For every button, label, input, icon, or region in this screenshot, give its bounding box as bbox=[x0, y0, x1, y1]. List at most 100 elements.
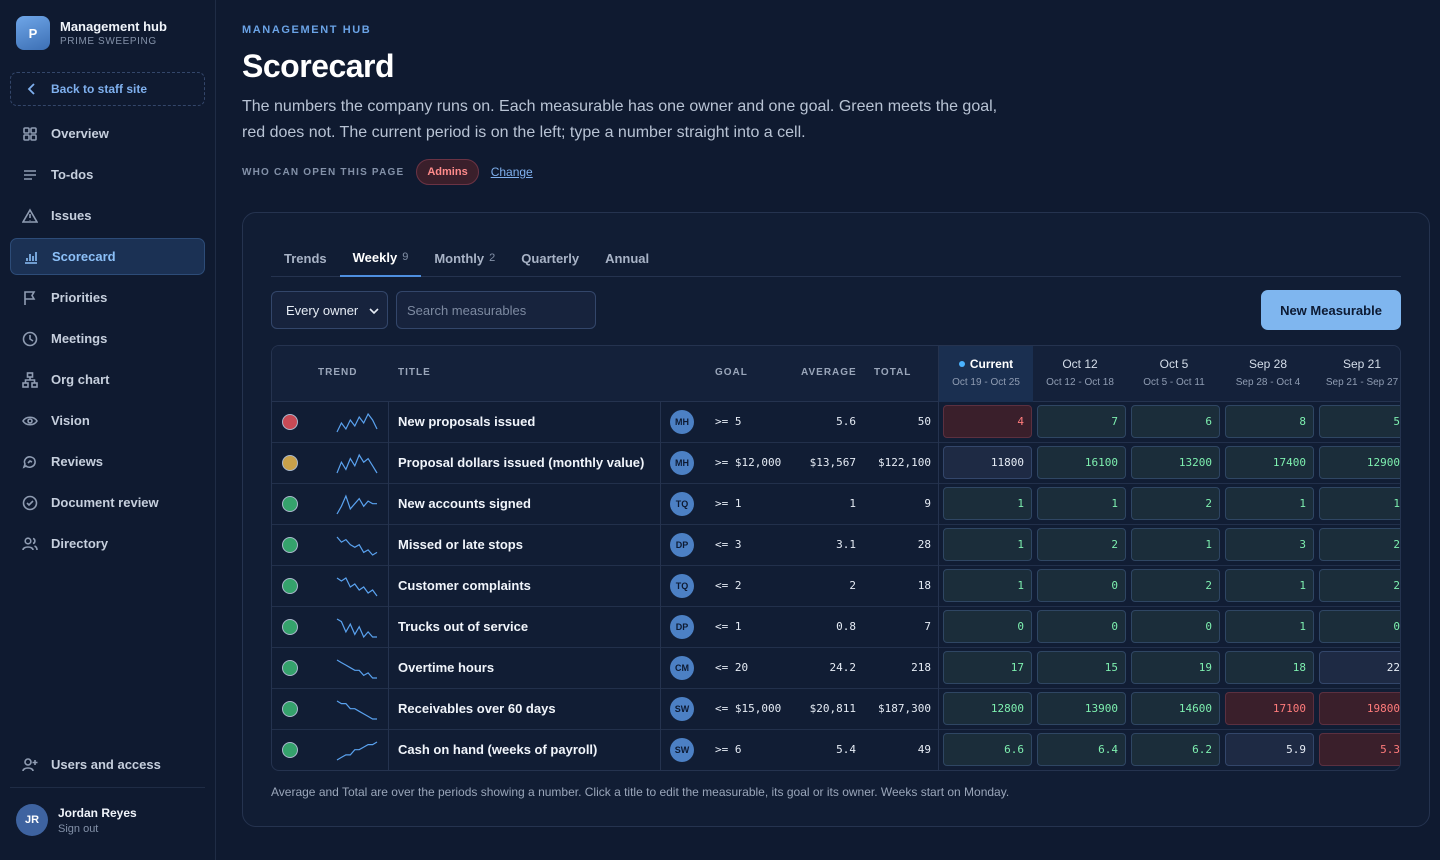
search-input[interactable] bbox=[396, 291, 596, 329]
sidebar-item-users-and-access[interactable]: Users and access bbox=[10, 746, 205, 783]
score-cell[interactable]: 13900 bbox=[1037, 692, 1126, 725]
score-cell[interactable]: 2 bbox=[1131, 569, 1220, 602]
total-value: 218 bbox=[911, 661, 931, 674]
score-cell[interactable]: 6 bbox=[1131, 405, 1220, 438]
score-cell[interactable]: 1 bbox=[1131, 528, 1220, 561]
score-cell[interactable]: 6.2 bbox=[1131, 733, 1220, 766]
score-cell[interactable]: 0 bbox=[1037, 569, 1126, 602]
change-access-link[interactable]: Change bbox=[491, 165, 533, 179]
sidebar-item-scorecard[interactable]: Scorecard bbox=[10, 238, 205, 275]
score-cell[interactable]: 17100 bbox=[1225, 692, 1314, 725]
score-cell[interactable]: 2 bbox=[1131, 487, 1220, 520]
sidebar-item-document-review[interactable]: Document review bbox=[10, 484, 205, 521]
status-indicator[interactable] bbox=[282, 701, 298, 717]
status-indicator[interactable] bbox=[282, 742, 298, 758]
sidebar-item-label: Reviews bbox=[51, 454, 104, 469]
trend-sparkline bbox=[336, 618, 377, 639]
average-value: 3.1 bbox=[836, 538, 856, 551]
score-cell[interactable]: 14600 bbox=[1131, 692, 1220, 725]
score-cell[interactable]: 1 bbox=[1225, 569, 1314, 602]
score-cell[interactable]: 1 bbox=[943, 528, 1032, 561]
status-indicator[interactable] bbox=[282, 619, 298, 635]
tab-annual[interactable]: Annual bbox=[592, 239, 662, 277]
score-cell[interactable]: 2 bbox=[1319, 528, 1400, 561]
new-measurable-button[interactable]: New Measurable bbox=[1261, 290, 1401, 330]
score-cell[interactable]: 0 bbox=[943, 610, 1032, 643]
tab-monthly[interactable]: Monthly 2 bbox=[421, 239, 508, 277]
score-cell[interactable]: 18 bbox=[1225, 651, 1314, 684]
measurable-title[interactable]: Receivables over 60 days bbox=[398, 701, 556, 716]
score-cell[interactable]: 1 bbox=[943, 487, 1032, 520]
tab-label: Quarterly bbox=[521, 250, 580, 266]
measurable-title[interactable]: Trucks out of service bbox=[398, 619, 528, 634]
score-cell[interactable]: 13200 bbox=[1131, 446, 1220, 479]
sidebar-item-priorities[interactable]: Priorities bbox=[10, 279, 205, 316]
measurable-title[interactable]: Cash on hand (weeks of payroll) bbox=[398, 742, 597, 757]
score-cell[interactable]: 6.4 bbox=[1037, 733, 1126, 766]
measurable-title[interactable]: Customer complaints bbox=[398, 578, 531, 593]
score-cell[interactable]: 4 bbox=[943, 405, 1032, 438]
score-cell[interactable]: 1 bbox=[943, 569, 1032, 602]
score-cell[interactable]: 0 bbox=[1131, 610, 1220, 643]
status-indicator[interactable] bbox=[282, 537, 298, 553]
owner-select[interactable]: Every owner bbox=[271, 291, 388, 329]
tab-trends[interactable]: Trends bbox=[271, 239, 340, 277]
score-cell[interactable]: 15 bbox=[1037, 651, 1126, 684]
sidebar-item-org-chart[interactable]: Org chart bbox=[10, 361, 205, 398]
status-indicator[interactable] bbox=[282, 578, 298, 594]
score-cell[interactable]: 19800 bbox=[1319, 692, 1400, 725]
score-cell[interactable]: 2 bbox=[1037, 528, 1126, 561]
score-cell[interactable]: 8 bbox=[1225, 405, 1314, 438]
status-indicator[interactable] bbox=[282, 455, 298, 471]
score-cell[interactable]: 5 bbox=[1319, 405, 1400, 438]
owner-avatar: MH bbox=[670, 451, 694, 475]
brand-subtitle: PRIME SWEEPING bbox=[60, 36, 157, 47]
score-cell[interactable]: 12800 bbox=[943, 692, 1032, 725]
measurable-title[interactable]: Overtime hours bbox=[398, 660, 494, 675]
score-cell[interactable]: 0 bbox=[1037, 610, 1126, 643]
status-indicator[interactable] bbox=[282, 660, 298, 676]
sidebar-item-meetings[interactable]: Meetings bbox=[10, 320, 205, 357]
period-header: Oct 5 Oct 5 - Oct 11 bbox=[1127, 357, 1221, 388]
status-indicator[interactable] bbox=[282, 414, 298, 430]
score-cell[interactable]: 0 bbox=[1319, 610, 1400, 643]
score-cell[interactable]: 1 bbox=[1225, 487, 1314, 520]
list-icon bbox=[24, 169, 36, 180]
sidebar-item-overview[interactable]: Overview bbox=[10, 115, 205, 152]
measurable-title[interactable]: Missed or late stops bbox=[398, 537, 523, 552]
score-cell[interactable]: 12900 bbox=[1319, 446, 1400, 479]
score-cell[interactable]: 17 bbox=[943, 651, 1032, 684]
sidebar-item-label: Priorities bbox=[51, 290, 108, 305]
tab-weekly[interactable]: Weekly 9 bbox=[339, 239, 422, 277]
sidebar-item-reviews[interactable]: Reviews bbox=[10, 443, 205, 480]
score-cell[interactable]: 6.6 bbox=[943, 733, 1032, 766]
sidebar-item-to-dos[interactable]: To-dos bbox=[10, 156, 205, 193]
score-cell[interactable]: 11800 bbox=[943, 446, 1032, 479]
tab-quarterly[interactable]: Quarterly bbox=[508, 239, 592, 277]
back-to-staff-site-button[interactable]: Back to staff site bbox=[10, 72, 205, 106]
user-profile[interactable]: JR Jordan Reyes Sign out bbox=[16, 804, 137, 836]
score-cell[interactable]: 3 bbox=[1225, 528, 1314, 561]
check-circle-icon bbox=[22, 495, 38, 510]
measurable-title[interactable]: New proposals issued bbox=[398, 414, 535, 429]
score-cell[interactable]: 16100 bbox=[1037, 446, 1126, 479]
period-label: Oct 5 bbox=[1159, 357, 1189, 371]
score-cell[interactable]: 1 bbox=[1225, 610, 1314, 643]
score-cell[interactable]: 19 bbox=[1131, 651, 1220, 684]
sidebar-item-vision[interactable]: Vision bbox=[10, 402, 205, 439]
measurable-title[interactable]: New accounts signed bbox=[398, 496, 531, 511]
score-cell[interactable]: 1 bbox=[1037, 487, 1126, 520]
score-cell[interactable]: 5.3 bbox=[1319, 733, 1400, 766]
sidebar-item-directory[interactable]: Directory bbox=[10, 525, 205, 562]
sign-out-link[interactable]: Sign out bbox=[58, 823, 137, 835]
measurable-title[interactable]: Proposal dollars issued (monthly value) bbox=[398, 455, 644, 470]
status-indicator[interactable] bbox=[282, 496, 298, 512]
chat-icon bbox=[22, 455, 36, 469]
score-cell[interactable]: 5.9 bbox=[1225, 733, 1314, 766]
score-cell[interactable]: 17400 bbox=[1225, 446, 1314, 479]
score-cell[interactable]: 7 bbox=[1037, 405, 1126, 438]
score-cell[interactable]: 1 bbox=[1319, 487, 1400, 520]
score-cell[interactable]: 22 bbox=[1319, 651, 1400, 684]
score-cell[interactable]: 2 bbox=[1319, 569, 1400, 602]
sidebar-item-issues[interactable]: Issues bbox=[10, 197, 205, 234]
